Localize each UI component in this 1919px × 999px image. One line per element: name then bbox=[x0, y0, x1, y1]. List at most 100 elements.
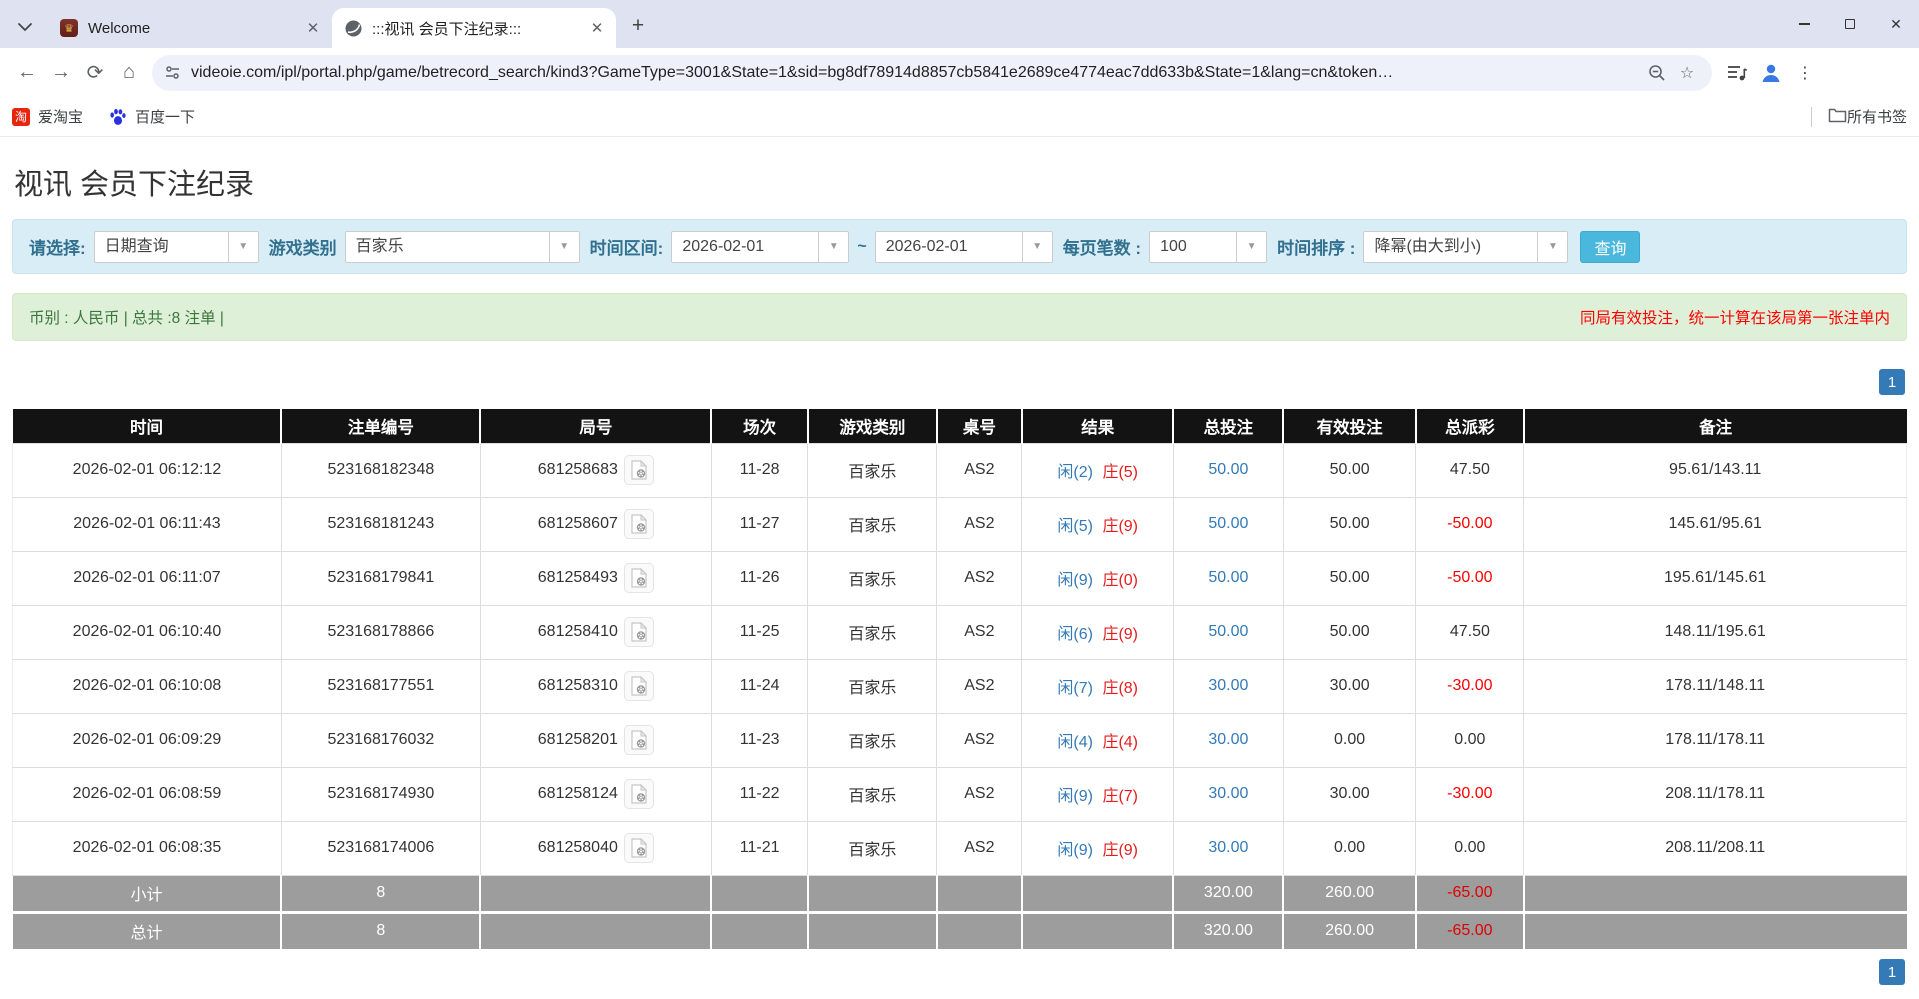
cell-remark: 208.11/178.11 bbox=[1524, 767, 1907, 821]
table-row: 2026-02-01 06:11:43 523168181243 6812586… bbox=[13, 497, 1907, 551]
video-replay-button[interactable] bbox=[624, 779, 654, 809]
cell-valid-bet: 50.00 bbox=[1283, 443, 1416, 497]
cell-session: 11-23 bbox=[711, 713, 808, 767]
browser-menu-icon[interactable]: ⋮ bbox=[1788, 56, 1822, 90]
result-banker: 庄(9) bbox=[1102, 626, 1138, 643]
video-replay-button[interactable] bbox=[624, 833, 654, 863]
date-from-dropdown[interactable]: 2026-02-01 ▼ bbox=[671, 231, 849, 263]
media-controls-icon[interactable] bbox=[1720, 56, 1754, 90]
profile-avatar[interactable] bbox=[1754, 56, 1788, 90]
result-player: 闲(9) bbox=[1057, 572, 1093, 589]
cell-bet-id: 523168178866 bbox=[281, 605, 480, 659]
bookmark-label: 百度一下 bbox=[135, 106, 195, 127]
cell-session: 11-28 bbox=[711, 443, 808, 497]
date-to-dropdown[interactable]: 2026-02-01 ▼ bbox=[875, 231, 1053, 263]
video-replay-button[interactable] bbox=[624, 509, 654, 539]
baidu-paw-icon bbox=[109, 108, 127, 126]
folder-icon bbox=[1828, 107, 1847, 127]
minimize-button[interactable] bbox=[1781, 0, 1827, 48]
chevron-down-icon: ▼ bbox=[1537, 232, 1567, 262]
close-tab-icon[interactable]: ✕ bbox=[304, 19, 322, 37]
column-header: 局号 bbox=[480, 409, 711, 443]
subtotal-label: 小计 bbox=[13, 875, 282, 912]
cell-payout: 0.00 bbox=[1416, 713, 1524, 767]
cell-total-bet[interactable]: 50.00 bbox=[1173, 551, 1283, 605]
per-page-dropdown[interactable]: 100 ▼ bbox=[1149, 231, 1267, 263]
all-bookmarks[interactable]: 所有书签 bbox=[1811, 106, 1907, 127]
address-bar[interactable]: videoie.com/ipl/portal.php/game/betrecor… bbox=[152, 55, 1712, 91]
zoom-level-icon[interactable] bbox=[1642, 58, 1672, 88]
date-range-separator: ~ bbox=[857, 238, 866, 256]
result-player: 闲(2) bbox=[1057, 464, 1093, 481]
bookmark-aitaobao[interactable]: 淘 爱淘宝 bbox=[12, 106, 83, 127]
cell-time: 2026-02-01 06:08:59 bbox=[13, 767, 282, 821]
cell-bet-id: 523168182348 bbox=[281, 443, 480, 497]
cell-table-no: AS2 bbox=[937, 713, 1022, 767]
bookmark-baidu[interactable]: 百度一下 bbox=[109, 106, 195, 127]
cell-remark: 148.11/195.61 bbox=[1524, 605, 1907, 659]
table-row: 2026-02-01 06:10:08 523168177551 6812583… bbox=[13, 659, 1907, 713]
page-1-button[interactable]: 1 bbox=[1879, 369, 1905, 395]
cell-result: 闲(6) 庄(9) bbox=[1022, 605, 1174, 659]
select-mode-label: 请选择: bbox=[29, 234, 86, 259]
cell-remark: 208.11/208.11 bbox=[1524, 821, 1907, 875]
close-window-button[interactable]: ✕ bbox=[1873, 0, 1919, 48]
forward-button[interactable]: → bbox=[44, 56, 78, 90]
video-replay-button[interactable] bbox=[624, 563, 654, 593]
per-page-value: 100 bbox=[1150, 232, 1236, 262]
cell-round: 681258410 bbox=[480, 605, 711, 659]
cell-total-bet[interactable]: 50.00 bbox=[1173, 497, 1283, 551]
tab-welcome[interactable]: ♛ Welcome ✕ bbox=[48, 8, 332, 48]
cell-total-bet[interactable]: 30.00 bbox=[1173, 659, 1283, 713]
per-page-label: 每页笔数 : bbox=[1063, 234, 1141, 259]
tab-search-button[interactable] bbox=[8, 10, 42, 44]
back-button[interactable]: ← bbox=[10, 56, 44, 90]
table-footer: 小计 8 320.00 260.00 -65.00 总计 8 320.00 26… bbox=[13, 875, 1907, 949]
cell-total-bet[interactable]: 30.00 bbox=[1173, 767, 1283, 821]
cell-total-bet[interactable]: 50.00 bbox=[1173, 443, 1283, 497]
toolbar-right-icons: ⋮ bbox=[1720, 56, 1822, 90]
cell-round: 681258683 bbox=[480, 443, 711, 497]
maximize-button[interactable] bbox=[1827, 0, 1873, 48]
url-text[interactable]: videoie.com/ipl/portal.php/game/betrecor… bbox=[191, 64, 1642, 82]
query-button[interactable]: 查询 bbox=[1580, 231, 1640, 263]
round-number: 681258410 bbox=[538, 623, 618, 641]
tab-title: Welcome bbox=[88, 20, 304, 37]
cell-total-bet[interactable]: 50.00 bbox=[1173, 605, 1283, 659]
chevron-down-icon: ▼ bbox=[818, 232, 848, 262]
close-tab-icon[interactable]: ✕ bbox=[588, 19, 606, 37]
bookmark-star-icon[interactable]: ☆ bbox=[1672, 58, 1702, 88]
home-button[interactable]: ⌂ bbox=[112, 56, 146, 90]
cell-bet-id: 523168174930 bbox=[281, 767, 480, 821]
cell-valid-bet: 50.00 bbox=[1283, 605, 1416, 659]
new-tab-button[interactable]: + bbox=[624, 12, 652, 40]
cell-bet-id: 523168179841 bbox=[281, 551, 480, 605]
site-settings-icon[interactable] bbox=[164, 64, 181, 81]
cell-round: 681258607 bbox=[480, 497, 711, 551]
cell-payout: 47.50 bbox=[1416, 443, 1524, 497]
cell-game-type: 百家乐 bbox=[808, 767, 937, 821]
video-replay-button[interactable] bbox=[624, 725, 654, 755]
reload-button[interactable]: ⟳ bbox=[78, 56, 112, 90]
bookmarks-separator bbox=[1811, 107, 1812, 127]
round-number: 681258607 bbox=[538, 515, 618, 533]
sort-dropdown[interactable]: 降幂(由大到小) ▼ bbox=[1363, 231, 1568, 263]
result-player: 闲(9) bbox=[1057, 788, 1093, 805]
result-banker: 庄(4) bbox=[1102, 734, 1138, 751]
cell-total-bet[interactable]: 30.00 bbox=[1173, 821, 1283, 875]
video-replay-button[interactable] bbox=[624, 455, 654, 485]
cell-total-bet[interactable]: 30.00 bbox=[1173, 713, 1283, 767]
video-replay-button[interactable] bbox=[624, 617, 654, 647]
video-replay-button[interactable] bbox=[624, 671, 654, 701]
cell-round: 681258310 bbox=[480, 659, 711, 713]
tab-bet-records[interactable]: :::视讯 会员下注纪录::: ✕ bbox=[332, 8, 616, 48]
page-1-button[interactable]: 1 bbox=[1879, 959, 1905, 985]
cell-session: 11-26 bbox=[711, 551, 808, 605]
select-mode-dropdown[interactable]: 日期查询 ▼ bbox=[94, 231, 259, 263]
cell-payout: 47.50 bbox=[1416, 605, 1524, 659]
cell-time: 2026-02-01 06:11:07 bbox=[13, 551, 282, 605]
cell-table-no: AS2 bbox=[937, 497, 1022, 551]
cell-valid-bet: 30.00 bbox=[1283, 767, 1416, 821]
game-type-dropdown[interactable]: 百家乐 ▼ bbox=[345, 231, 580, 263]
cell-time: 2026-02-01 06:10:08 bbox=[13, 659, 282, 713]
